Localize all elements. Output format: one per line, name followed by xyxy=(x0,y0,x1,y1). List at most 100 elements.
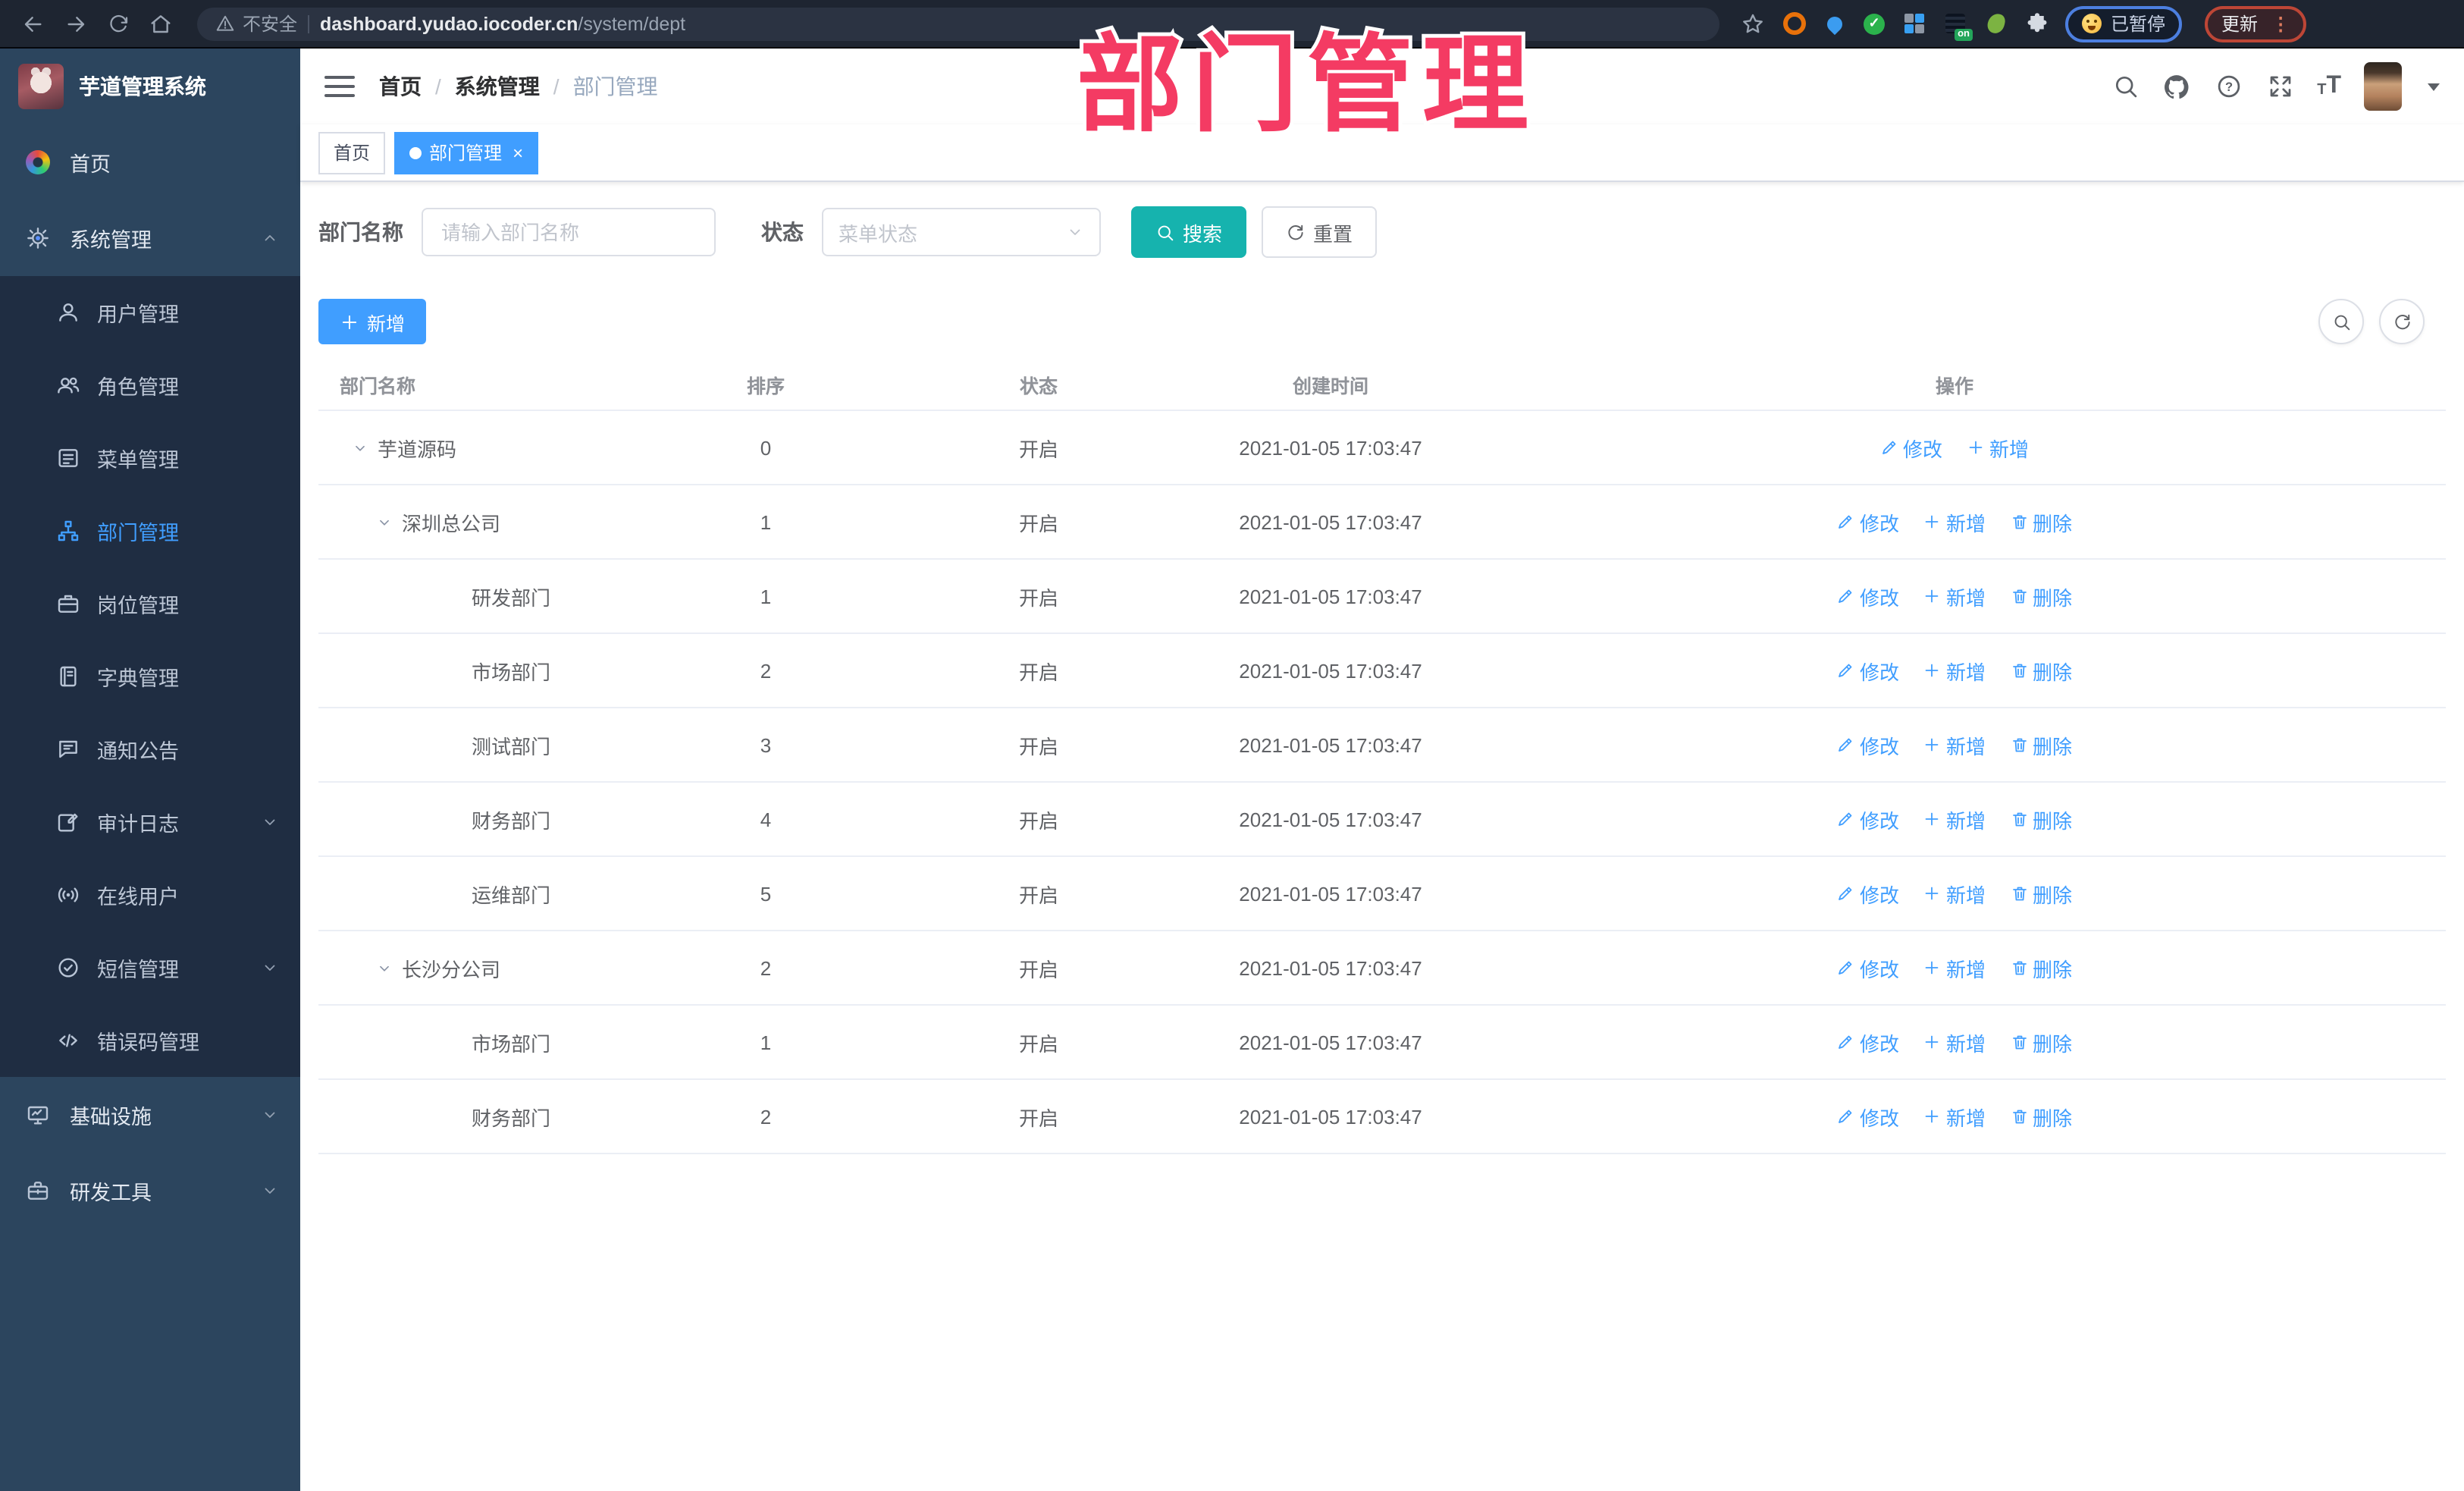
sidebar-item-book[interactable]: 字典管理 xyxy=(0,640,300,713)
edit-action[interactable]: 修改 xyxy=(1837,730,1899,759)
refresh-table-button[interactable] xyxy=(2379,299,2425,344)
add-action[interactable]: 新增 xyxy=(1923,805,1986,833)
table-row[interactable]: 研发部门 1 开启 2021-01-05 17:03:47 修改 新增 删除 xyxy=(318,558,2446,632)
sidebar-item-monitor[interactable]: 基础设施 xyxy=(0,1077,300,1153)
breadcrumb-home[interactable]: 首页 xyxy=(379,71,422,102)
sidebar-item-log[interactable]: 审计日志 xyxy=(0,786,300,859)
extension-leaf-icon[interactable] xyxy=(1983,11,2008,36)
sidebar-item-users[interactable]: 角色管理 xyxy=(0,349,300,422)
delete-action[interactable]: 删除 xyxy=(2010,805,2072,833)
edit-action[interactable]: 修改 xyxy=(1880,433,1942,462)
expand-chevron-icon[interactable] xyxy=(352,439,368,456)
table-row[interactable]: 财务部门 4 开启 2021-01-05 17:03:47 修改 新增 删除 xyxy=(318,781,2446,855)
add-action[interactable]: 新增 xyxy=(1923,953,1986,982)
fullscreen-icon[interactable] xyxy=(2265,72,2294,101)
search-button[interactable]: 搜索 xyxy=(1131,206,1247,258)
sidebar-item-user[interactable]: 用户管理 xyxy=(0,276,300,349)
sidebar-item-menu[interactable]: 菜单管理 xyxy=(0,422,300,494)
bookmark-star-icon[interactable] xyxy=(1741,11,1765,36)
edit-action[interactable]: 修改 xyxy=(1837,953,1899,982)
app-logo-row[interactable]: 芋道管理系统 xyxy=(0,49,300,124)
github-icon[interactable] xyxy=(2162,72,2191,101)
table-row[interactable]: 测试部门 3 开启 2021-01-05 17:03:47 修改 新增 删除 xyxy=(318,707,2446,781)
add-action[interactable]: 新增 xyxy=(1923,1102,1986,1131)
avatar-caret-icon[interactable] xyxy=(2428,83,2440,90)
security-warning[interactable]: 不安全 xyxy=(215,11,297,36)
sidebar-item-label: 研发工具 xyxy=(70,1182,152,1204)
toggle-search-button[interactable] xyxy=(2318,299,2364,344)
edit-action-label: 修改 xyxy=(1859,1106,1899,1129)
header-search-icon[interactable] xyxy=(2111,72,2140,101)
extension-pin-icon[interactable] xyxy=(1823,11,1847,36)
delete-action[interactable]: 删除 xyxy=(2010,656,2072,685)
edit-action[interactable]: 修改 xyxy=(1837,805,1899,833)
address-bar[interactable]: 不安全 dashboard.yudao.iocoder.cn/system/de… xyxy=(197,7,1719,40)
delete-action[interactable]: 删除 xyxy=(2010,1028,2072,1056)
help-icon[interactable] xyxy=(2214,72,2243,101)
add-action[interactable]: 新增 xyxy=(1923,507,1986,536)
tab-close-icon[interactable] xyxy=(513,143,523,162)
user-avatar[interactable] xyxy=(2364,62,2402,111)
sidebar-item-briefcase[interactable]: 岗位管理 xyxy=(0,567,300,640)
sidebar-item-tools[interactable]: 研发工具 xyxy=(0,1153,300,1229)
delete-action-label: 删除 xyxy=(2033,1106,2073,1129)
hamburger-icon[interactable] xyxy=(324,76,355,97)
delete-action[interactable]: 删除 xyxy=(2010,1102,2072,1131)
dept-name-input[interactable] xyxy=(422,208,716,256)
table-row[interactable]: 深圳总公司 1 开启 2021-01-05 17:03:47 修改 新增 删除 xyxy=(318,484,2446,558)
edit-action[interactable]: 修改 xyxy=(1837,656,1899,685)
sidebar-item-megaphone[interactable]: 通知公告 xyxy=(0,713,300,786)
tab-dept-active[interactable]: 部门管理 xyxy=(394,131,539,174)
browser-menu-icon[interactable] xyxy=(2271,14,2290,33)
delete-action[interactable]: 删除 xyxy=(2010,582,2072,611)
table-row[interactable]: 运维部门 5 开启 2021-01-05 17:03:47 修改 新增 删除 xyxy=(318,855,2446,930)
extension-orange-icon[interactable] xyxy=(1782,11,1806,36)
sidebar-item-sms[interactable]: 短信管理 xyxy=(0,931,300,1004)
browser-back-icon[interactable] xyxy=(15,5,52,42)
add-button[interactable]: 新增 xyxy=(318,299,427,344)
browser-forward-icon[interactable] xyxy=(58,5,94,42)
table-row[interactable]: 芋道源码 0 开启 2021-01-05 17:03:47 修改 新增 xyxy=(318,410,2446,484)
edit-action[interactable]: 修改 xyxy=(1837,1102,1899,1131)
add-action[interactable]: 新增 xyxy=(1923,879,1986,908)
browser-profile-button[interactable]: 已暂停 xyxy=(2065,5,2183,42)
browser-reload-icon[interactable] xyxy=(100,5,136,42)
edit-action[interactable]: 修改 xyxy=(1837,879,1899,908)
table-row[interactable]: 长沙分公司 2 开启 2021-01-05 17:03:47 修改 新增 删除 xyxy=(318,930,2446,1004)
table-row[interactable]: 市场部门 2 开启 2021-01-05 17:03:47 修改 新增 删除 xyxy=(318,632,2446,707)
browser-home-icon[interactable] xyxy=(143,5,179,42)
delete-action[interactable]: 删除 xyxy=(2010,879,2072,908)
sidebar-item-gear[interactable]: 系统管理 xyxy=(0,200,300,276)
sidebar-item-tree[interactable]: 部门管理 xyxy=(0,494,300,567)
add-action[interactable]: 新增 xyxy=(1923,656,1986,685)
url-host: dashboard.yudao.iocoder.cn xyxy=(320,13,578,34)
table-row[interactable]: 财务部门 2 开启 2021-01-05 17:03:47 修改 新增 删除 xyxy=(318,1078,2446,1154)
extension-check-icon[interactable]: ✓ xyxy=(1864,13,1885,34)
edit-action[interactable]: 修改 xyxy=(1837,507,1899,536)
status-label: 状态 xyxy=(761,220,804,244)
add-action[interactable]: 新增 xyxy=(1923,730,1986,759)
add-action[interactable]: 新增 xyxy=(1923,582,1986,611)
extensions-puzzle-icon[interactable] xyxy=(2024,11,2049,36)
browser-update-button[interactable]: 更新 xyxy=(2205,5,2307,42)
edit-action[interactable]: 修改 xyxy=(1837,1028,1899,1056)
add-action[interactable]: 新增 xyxy=(1967,433,2029,462)
add-action[interactable]: 新增 xyxy=(1923,1028,1986,1056)
delete-action[interactable]: 删除 xyxy=(2010,507,2072,536)
expand-chevron-icon[interactable] xyxy=(376,959,393,976)
sidebar-item-online[interactable]: 在线用户 xyxy=(0,859,300,931)
expand-chevron-icon[interactable] xyxy=(376,513,393,530)
delete-action[interactable]: 删除 xyxy=(2010,953,2072,982)
extension-switch-icon[interactable]: on xyxy=(1942,11,1973,40)
delete-action[interactable]: 删除 xyxy=(2010,730,2072,759)
font-size-icon[interactable] xyxy=(2317,74,2341,99)
edit-action[interactable]: 修改 xyxy=(1837,582,1899,611)
extension-grid-icon[interactable] xyxy=(1901,11,1926,36)
tab-home[interactable]: 首页 xyxy=(318,131,386,174)
breadcrumb-system[interactable]: 系统管理 xyxy=(455,71,540,102)
table-row[interactable]: 市场部门 1 开启 2021-01-05 17:03:47 修改 新增 删除 xyxy=(318,1004,2446,1078)
reset-button[interactable]: 重置 xyxy=(1262,206,1378,258)
sidebar-item-dashboard[interactable]: 首页 xyxy=(0,124,300,200)
status-select[interactable]: 菜单状态 xyxy=(822,208,1101,256)
sidebar-item-code[interactable]: 错误码管理 xyxy=(0,1004,300,1077)
